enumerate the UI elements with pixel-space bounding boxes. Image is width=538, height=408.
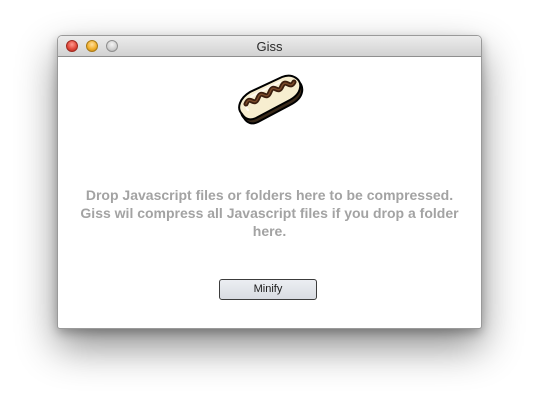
drop-instructions-line-2: Giss wil compress all Javascript files i…	[80, 205, 459, 221]
minify-button[interactable]: Minify	[219, 279, 317, 300]
drop-instructions: Drop Javascript files or folders here to…	[68, 186, 471, 240]
app-window: Giss Drop Javascript files or folders he…	[57, 35, 482, 329]
window-title: Giss	[256, 39, 283, 54]
title-bar[interactable]: Giss	[58, 36, 481, 57]
eclair-pastry-icon	[238, 74, 304, 125]
drop-instructions-line-3: here.	[252, 223, 287, 239]
drop-instructions-line-1: Drop Javascript files or folders here to…	[85, 187, 454, 203]
